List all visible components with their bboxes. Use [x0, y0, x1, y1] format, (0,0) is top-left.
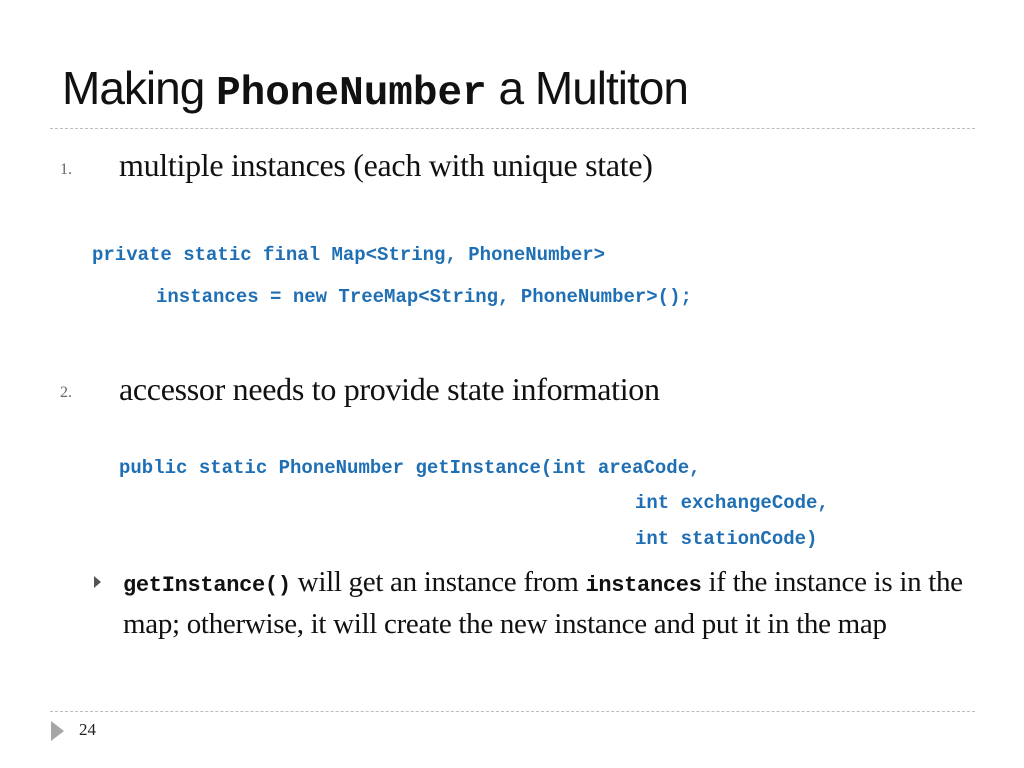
code-line: private static final Map<String, PhoneNu…: [92, 244, 606, 266]
code-line: int exchangeCode,: [635, 492, 829, 514]
sub-bullet-text-part: will get an instance from: [290, 566, 586, 598]
title-prefix: Making: [62, 62, 217, 114]
item-number: 1.: [60, 161, 72, 178]
item-text: multiple instances (each with unique sta…: [119, 147, 653, 183]
sub-bullet-text: getInstance() will get an instance from …: [123, 563, 963, 644]
slide-title: Making PhoneNumber a Multiton: [62, 58, 689, 124]
code-line: int stationCode): [635, 528, 818, 550]
page-number: 24: [79, 720, 96, 739]
title-suffix: a Multiton: [486, 62, 689, 114]
footer-triangle-icon: [51, 721, 64, 741]
title-code: PhoneNumber: [216, 71, 487, 117]
footer-divider: [50, 711, 975, 712]
code-line: public static PhoneNumber getInstance(in…: [119, 457, 701, 479]
title-divider: [50, 128, 975, 129]
bullet-arrow-icon: [94, 576, 101, 588]
code-line: instances = new TreeMap<String, PhoneNum…: [156, 286, 692, 308]
item-text: accessor needs to provide state informat…: [119, 371, 660, 407]
inline-code: instances: [585, 573, 702, 598]
inline-code: getInstance(): [123, 573, 291, 598]
item-number: 2.: [60, 384, 72, 401]
